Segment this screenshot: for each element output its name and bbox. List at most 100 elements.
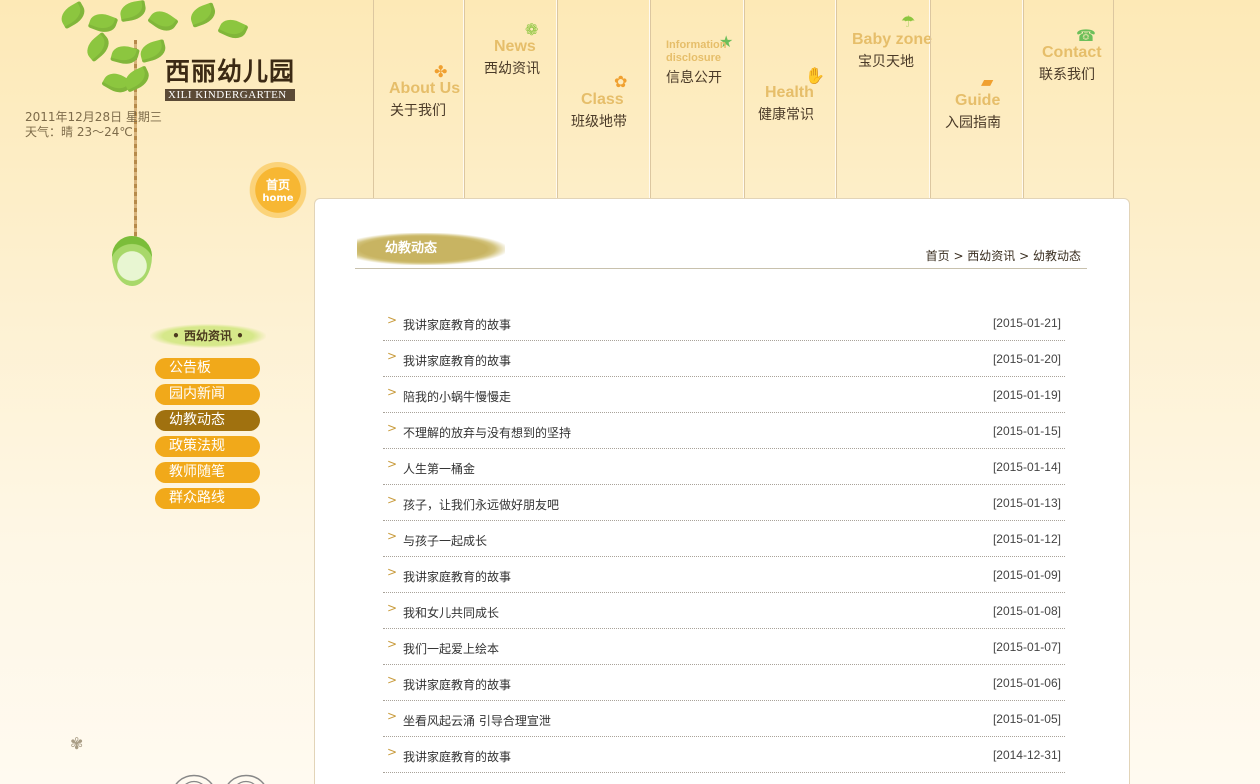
nav-item-guide[interactable]: ▰ Guide 入园指南 <box>930 0 1023 198</box>
chevron-right-icon: > <box>387 529 398 543</box>
article-date: [2015-01-08] <box>992 604 1061 618</box>
chevron-right-icon: > <box>387 673 398 687</box>
article-row[interactable]: > 陪我的小蜗牛慢慢走 [2015-01-19] <box>383 377 1065 413</box>
sidebar-item-mass-line[interactable]: 群众路线 <box>155 488 260 509</box>
car-icon: ▰ <box>981 72 994 91</box>
article-title-link[interactable]: 我们一起爱上绘本 <box>403 640 499 657</box>
sidebar-item-education-news[interactable]: 幼教动态 <box>155 410 260 431</box>
article-row[interactable]: > 我们一起爱上绘本 [2015-01-07] <box>383 629 1065 665</box>
chevron-right-icon: > <box>387 565 398 579</box>
hand-icon: ✋ <box>805 66 825 85</box>
article-row[interactable]: > 人生第一桶金 [2015-01-14] <box>383 449 1065 485</box>
home-button-label-cn: 首页 <box>265 178 290 192</box>
nav-item-contact[interactable]: ☎ Contact 联系我们 <box>1023 0 1114 198</box>
nav-label-en: Class <box>581 91 624 108</box>
logo-text-en: XILI KINDERGARTEN <box>165 89 296 101</box>
article-title-link[interactable]: 我讲家庭教育的故事 <box>403 676 511 693</box>
article-date: [2015-01-20] <box>992 352 1061 366</box>
chevron-right-icon: > <box>387 493 398 507</box>
article-row[interactable]: > 我和女儿共同成长 [2015-01-08] <box>383 593 1065 629</box>
home-button-label-en: home <box>262 193 294 204</box>
article-date: [2015-01-19] <box>992 388 1061 402</box>
article-row[interactable]: > 我讲家庭教育的故事 [2015-01-21] <box>383 305 1065 341</box>
article-date: [2015-01-13] <box>992 496 1061 510</box>
nav-item-about-us[interactable]: ✤ About Us 关于我们 <box>373 0 464 198</box>
leaf-icon <box>147 6 179 36</box>
article-title-link[interactable]: 我讲家庭教育的故事 <box>403 748 511 765</box>
sidebar-item-policies[interactable]: 政策法规 <box>155 436 260 457</box>
nav-item-class[interactable]: ✿ Class 班级地带 <box>557 0 650 198</box>
chevron-right-icon: > <box>387 349 398 363</box>
flower-decoration-icon: ✾ <box>70 734 84 753</box>
article-title-link[interactable]: 孩子，让我们永远做好朋友吧 <box>403 496 559 513</box>
weather-info: 天气：晴 23～24℃ <box>25 125 133 139</box>
article-date: [2015-01-06] <box>992 676 1061 690</box>
main-nav: ✤ About Us 关于我们 ❁ News 西幼资讯 ✿ Class 班级地带… <box>373 0 1114 198</box>
nav-label-cn: 西幼资讯 <box>484 61 540 77</box>
nav-item-baby-zone[interactable]: ☂ Baby zone 宝贝天地 <box>836 0 933 198</box>
pendant-drop-icon <box>106 232 156 292</box>
nav-label-en: About Us <box>389 80 461 97</box>
nav-item-news[interactable]: ❁ News 西幼资讯 <box>464 0 557 198</box>
article-title-link[interactable]: 我和女儿共同成长 <box>403 604 499 621</box>
nav-label-cn: 信息公开 <box>666 70 722 86</box>
clover-icon: ✿ <box>614 72 628 91</box>
chevron-right-icon: > <box>387 709 398 723</box>
chevron-right-icon: > <box>387 421 398 435</box>
leaf-icon <box>57 0 89 30</box>
sidebar-item-campus-news[interactable]: 园内新闻 <box>155 384 260 405</box>
article-row[interactable]: > 坐看风起云涌 引导合理宣泄 [2015-01-05] <box>383 701 1065 737</box>
phone-icon: ☎ <box>1076 26 1096 45</box>
article-row[interactable]: > 我讲家庭教育的故事 [2015-01-09] <box>383 557 1065 593</box>
article-date: [2015-01-09] <box>992 568 1061 582</box>
page-title: 幼教动态 <box>357 233 505 265</box>
nav-label-en: Information <box>666 39 727 51</box>
article-row[interactable]: > 不理解的放弃与没有想到的坚持 [2015-01-15] <box>383 413 1065 449</box>
chevron-right-icon: > <box>387 601 398 615</box>
home-button[interactable]: 首页 home <box>248 162 308 218</box>
leaf-icon <box>82 31 114 63</box>
nav-label-en: News <box>494 38 536 55</box>
chevron-right-icon: > <box>387 637 398 651</box>
sidebar-title: • 西幼资讯 • <box>150 324 266 348</box>
nav-label-cn: 联系我们 <box>1039 67 1095 83</box>
nav-item-information[interactable]: ★ Information disclosure 信息公开 <box>650 0 744 198</box>
content-panel: 幼教动态 首页 > 西幼资讯 > 幼教动态 > 我讲家庭教育的故事 [2015-01… <box>314 198 1130 784</box>
article-row[interactable]: > 孩子，让我们永远做好朋友吧 [2015-01-13] <box>383 485 1065 521</box>
article-title-link[interactable]: 我讲家庭教育的故事 <box>403 352 511 369</box>
nav-item-health[interactable]: ✋ Health 健康常识 <box>744 0 836 198</box>
nav-label-cn: 关于我们 <box>390 103 446 119</box>
article-row[interactable]: > 我讲家庭教育的故事 [2014-12-31] <box>383 737 1065 773</box>
article-title-link[interactable]: 不理解的放弃与没有想到的坚持 <box>403 424 571 441</box>
article-row[interactable]: > 我讲家庭教育的故事 [2015-01-20] <box>383 341 1065 377</box>
article-date: [2015-01-15] <box>992 424 1061 438</box>
breadcrumb: 首页 > 西幼资讯 > 幼教动态 <box>925 249 1081 263</box>
article-title-link[interactable]: 坐看风起云涌 引导合理宣泄 <box>403 712 551 729</box>
article-title-link[interactable]: 陪我的小蜗牛慢慢走 <box>403 388 511 405</box>
article-title-link[interactable]: 我讲家庭教育的故事 <box>403 568 511 585</box>
leaf-icon <box>217 15 249 43</box>
sidebar-item-teacher-notes[interactable]: 教师随笔 <box>155 462 260 483</box>
chevron-right-icon: > <box>387 313 398 327</box>
sidebar-item-bulletin[interactable]: 公告板 <box>155 358 260 379</box>
nav-label-cn: 入园指南 <box>945 115 1001 131</box>
article-list: > 我讲家庭教育的故事 [2015-01-21] > 我讲家庭教育的故事 [2015-01… <box>383 305 1065 773</box>
article-date: [2015-01-05] <box>992 712 1061 726</box>
chevron-right-icon: > <box>387 385 398 399</box>
nav-label-cn: 班级地带 <box>571 114 627 130</box>
chevron-right-icon: > <box>387 745 398 759</box>
nav-label-cn: 健康常识 <box>758 107 814 123</box>
article-title-link[interactable]: 与孩子一起成长 <box>403 532 487 549</box>
article-row[interactable]: > 我讲家庭教育的故事 [2015-01-06] <box>383 665 1065 701</box>
article-date: [2015-01-12] <box>992 532 1061 546</box>
leaf-icon <box>118 0 148 23</box>
nav-label-cn: 宝贝天地 <box>858 54 914 70</box>
article-row[interactable]: > 与孩子一起成长 [2015-01-12] <box>383 521 1065 557</box>
umbrella-icon: ☂ <box>901 12 916 31</box>
article-date: [2015-01-14] <box>992 460 1061 474</box>
article-title-link[interactable]: 我讲家庭教育的故事 <box>403 316 511 333</box>
site-logo[interactable]: 西丽幼儿园 XILI KINDERGARTEN <box>165 52 296 101</box>
article-title-link[interactable]: 人生第一桶金 <box>403 460 475 477</box>
chevron-right-icon: > <box>387 457 398 471</box>
nav-label-en: Baby zone <box>852 31 933 48</box>
